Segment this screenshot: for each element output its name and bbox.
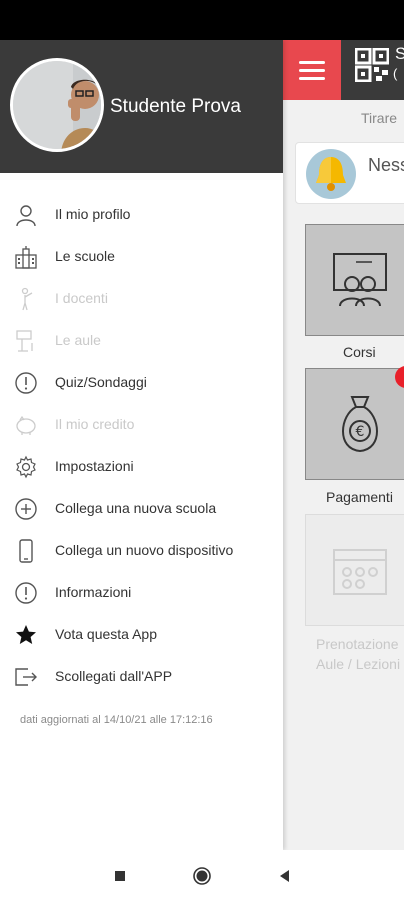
tile-pagamenti[interactable]: € bbox=[305, 368, 404, 480]
menu-label: Il mio credito bbox=[55, 416, 135, 432]
menu-label: Informazioni bbox=[55, 584, 132, 600]
menu-item-profile[interactable]: Il mio profilo bbox=[0, 195, 283, 235]
piggy-bank-icon bbox=[16, 415, 36, 435]
menu-label: Collega un nuovo dispositivo bbox=[55, 542, 234, 558]
user-name: Studente Prova bbox=[110, 96, 241, 117]
menu-item-link-device[interactable]: Collega un nuovo dispositivo bbox=[0, 531, 283, 571]
app-subtitle: ( bbox=[393, 66, 398, 81]
menu-label: I docenti bbox=[55, 290, 108, 306]
logout-icon bbox=[15, 668, 37, 686]
home-circle-icon[interactable] bbox=[192, 866, 212, 886]
tile-label-prenotazione-2: Aule / Lezioni bbox=[316, 656, 401, 672]
bell-icon bbox=[306, 149, 356, 199]
menu-line bbox=[299, 60, 325, 64]
pull-to-refresh-text: Tirare bbox=[361, 110, 398, 126]
status-bar bbox=[0, 0, 404, 40]
app-title: S bbox=[395, 44, 404, 63]
user-icon bbox=[16, 205, 36, 227]
school-icon bbox=[15, 246, 37, 269]
menu-item-credit: Il mio credito bbox=[0, 405, 283, 445]
recents-square-icon[interactable] bbox=[110, 866, 130, 886]
notification-text: Ness bbox=[368, 155, 404, 175]
calendar-icon bbox=[333, 549, 387, 595]
drawer-header: Studente Prova bbox=[0, 40, 283, 173]
info-circle-icon bbox=[15, 582, 37, 604]
course-board-icon bbox=[333, 253, 387, 307]
money-bag-icon: € bbox=[342, 396, 378, 453]
menu-item-rate-app[interactable]: Vota questa App bbox=[0, 615, 283, 655]
system-navigation-bar bbox=[0, 850, 404, 900]
menu-item-link-school[interactable]: Collega una nuova scuola bbox=[0, 489, 283, 529]
gear-icon bbox=[16, 455, 36, 479]
menu-line bbox=[299, 76, 325, 80]
last-updated-text: dati aggiornati al 14/10/21 alle 17:12:1… bbox=[20, 714, 213, 726]
menu-item-quiz[interactable]: Quiz/Sondaggi bbox=[0, 363, 283, 403]
tile-label-prenotazione-1: Prenotazione bbox=[316, 636, 399, 652]
tile-corsi[interactable] bbox=[305, 224, 404, 336]
menu-label: Il mio profilo bbox=[55, 206, 131, 222]
menu-item-info[interactable]: Informazioni bbox=[0, 573, 283, 613]
app-header: S ( bbox=[283, 40, 404, 100]
menu-item-logout[interactable]: Scollegati dall'APP bbox=[0, 657, 283, 697]
hamburger-menu-button[interactable] bbox=[283, 40, 341, 100]
menu-item-classrooms: Le aule bbox=[0, 321, 283, 361]
classroom-icon bbox=[16, 330, 33, 352]
qr-code-icon[interactable] bbox=[355, 48, 389, 82]
menu-label: Le scuole bbox=[55, 248, 115, 264]
avatar[interactable] bbox=[10, 58, 104, 152]
main-app-background: S ( Tirare Ness Corsi € bbox=[283, 40, 404, 850]
svg-text:€: € bbox=[356, 424, 365, 440]
tile-prenotazione bbox=[305, 514, 404, 626]
menu-label: Collega una nuova scuola bbox=[55, 500, 217, 516]
teacher-icon bbox=[21, 287, 33, 311]
menu-item-schools[interactable]: Le scuole bbox=[0, 237, 283, 277]
tile-label-pagamenti: Pagamenti bbox=[326, 489, 393, 505]
info-circle-icon bbox=[15, 372, 37, 394]
menu-item-settings[interactable]: Impostazioni bbox=[0, 447, 283, 487]
phone-icon bbox=[19, 539, 33, 563]
back-triangle-icon[interactable] bbox=[275, 866, 295, 886]
menu-label: Quiz/Sondaggi bbox=[55, 374, 147, 390]
menu-label: Vota questa App bbox=[55, 626, 157, 642]
menu-item-teachers: I docenti bbox=[0, 279, 283, 319]
menu-label: Impostazioni bbox=[55, 458, 134, 474]
notification-card[interactable]: Ness bbox=[295, 142, 404, 204]
navigation-drawer: Studente Prova Il mio profilo Le scuole … bbox=[0, 40, 283, 850]
plus-circle-icon bbox=[15, 498, 37, 520]
tile-label-corsi: Corsi bbox=[343, 344, 376, 360]
menu-label: Scollegati dall'APP bbox=[55, 668, 173, 684]
menu-line bbox=[299, 68, 325, 72]
star-icon bbox=[16, 625, 36, 644]
menu-label: Le aule bbox=[55, 332, 101, 348]
